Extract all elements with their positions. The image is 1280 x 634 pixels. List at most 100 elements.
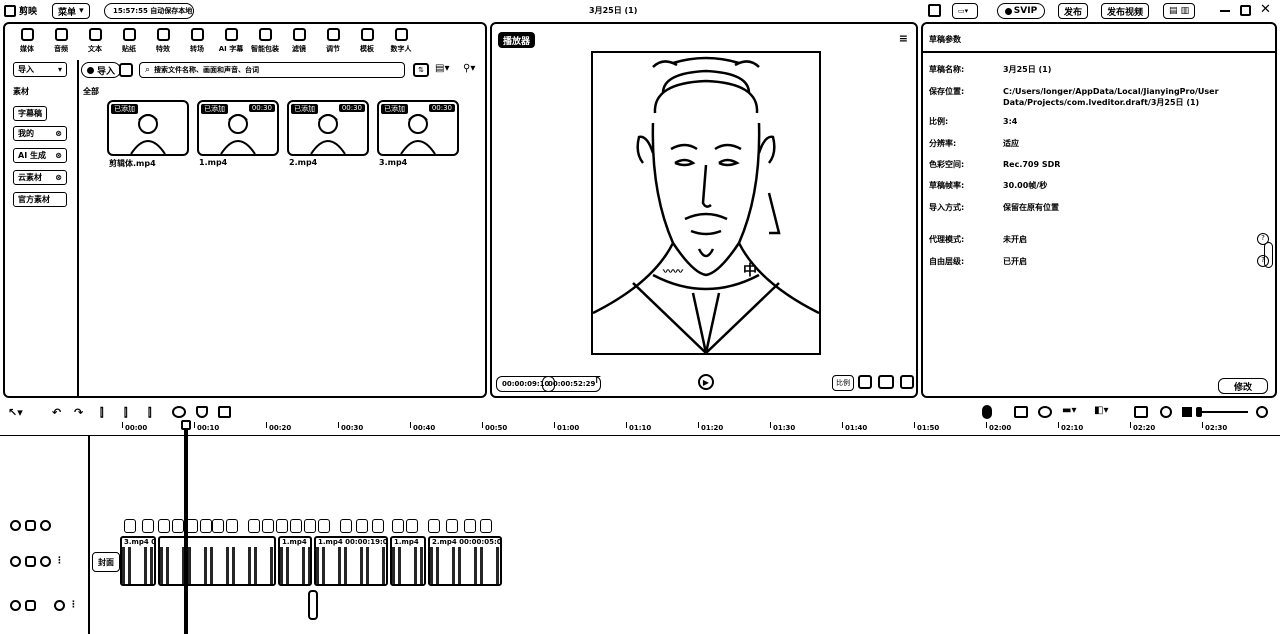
effect-clip[interactable] <box>142 519 154 533</box>
maximize-icon[interactable] <box>1240 5 1251 16</box>
sidebar-item-import[interactable]: 导入 ▾ <box>13 62 67 77</box>
effect-clip[interactable] <box>464 519 476 533</box>
zoom-slider[interactable] <box>1196 411 1248 413</box>
tab-media[interactable]: 媒体 <box>11 26 43 58</box>
sidebar-item-material[interactable]: 素材 <box>13 84 29 99</box>
sort-icon[interactable]: ⇅ <box>413 63 429 77</box>
timecode-toggle-icon[interactable]: ⊤ <box>592 375 601 386</box>
effect-clip[interactable] <box>158 519 170 533</box>
effect-clip[interactable] <box>318 519 330 533</box>
cover-button[interactable]: 封面 <box>92 552 120 572</box>
zoom-fit-icon[interactable] <box>1182 407 1192 417</box>
freeze-icon[interactable] <box>172 406 186 418</box>
effect-clip[interactable] <box>428 519 440 533</box>
fullscreen-icon[interactable] <box>900 375 914 389</box>
video-clip[interactable]: 2.mp4 00:00:05:00 <box>428 536 502 586</box>
media-item[interactable]: 已添加 00:30 <box>197 100 279 156</box>
player-menu-icon[interactable]: ≡ <box>899 32 908 45</box>
sidebar-item-official[interactable]: 官方素材 <box>13 192 67 207</box>
playhead-handle[interactable] <box>181 420 191 430</box>
effect-clip[interactable] <box>356 519 368 533</box>
export-button[interactable]: 发布视频 <box>1101 3 1150 19</box>
effect-clip[interactable] <box>304 519 316 533</box>
tab-text[interactable]: 文本 <box>79 26 111 58</box>
tab-ai-caption[interactable]: AI 字幕 <box>215 26 247 58</box>
preview-axis-icon[interactable]: ◧▾ <box>1094 405 1108 416</box>
video-preview[interactable]: 中 〰〰 <box>591 51 821 355</box>
audio-marker[interactable] <box>308 590 318 620</box>
tab-filter[interactable]: 滤镜 <box>283 26 315 58</box>
split-right-icon[interactable]: ⫿ <box>148 406 152 420</box>
media-item[interactable]: 已添加 00:30 <box>287 100 369 156</box>
audio-eye-icon[interactable] <box>10 600 21 611</box>
audio-more-icon[interactable]: ⋮ <box>69 600 78 611</box>
effect-clip[interactable] <box>406 519 418 533</box>
tab-transition[interactable]: 转场 <box>181 26 213 58</box>
crop-icon[interactable] <box>218 406 231 418</box>
video-clip[interactable]: 1.mp4 <box>278 536 312 586</box>
tab-adjust[interactable]: 调节 <box>317 26 349 58</box>
effect-clip[interactable] <box>340 519 352 533</box>
view-mode-icon[interactable]: ▤▾ <box>435 63 449 74</box>
effect-clip[interactable] <box>480 519 492 533</box>
split-icon[interactable]: ⫿ <box>100 406 104 420</box>
main-track-icon[interactable] <box>1014 406 1028 418</box>
video-clip[interactable] <box>158 536 276 586</box>
redo-icon[interactable]: ↷ <box>74 406 83 419</box>
hide-icon[interactable] <box>40 520 51 531</box>
sidebar-item-ai[interactable]: AI 生成 ⊗ <box>13 148 67 163</box>
menu-button[interactable]: 菜单 ▾ <box>52 3 90 19</box>
audio-lock-icon[interactable] <box>25 600 36 611</box>
track-lock-icon[interactable] <box>25 556 36 567</box>
sidebar-item-mine[interactable]: 我的 ⊗ <box>13 126 67 141</box>
effect-clip[interactable] <box>200 519 212 533</box>
media-item[interactable]: 已添加 <box>107 100 189 156</box>
layout-icon[interactable] <box>928 4 941 17</box>
tab-sticker[interactable]: 贴纸 <box>113 26 145 58</box>
svip-badge[interactable]: SVIP <box>997 3 1045 19</box>
effect-clip[interactable] <box>372 519 384 533</box>
split-left-icon[interactable]: ⫿ <box>124 406 128 420</box>
effect-clip[interactable] <box>262 519 274 533</box>
subtitle-icon[interactable] <box>1134 406 1148 418</box>
tab-avatar[interactable]: 数字人 <box>385 26 417 58</box>
effect-clip[interactable] <box>446 519 458 533</box>
import-button[interactable]: 导入 <box>81 62 122 78</box>
minimize-icon[interactable] <box>1220 10 1230 12</box>
sidebar-item-script[interactable]: 字幕稿 <box>13 106 47 121</box>
effect-clip[interactable] <box>172 519 184 533</box>
filter-icon[interactable]: ⚲▾ <box>463 63 475 74</box>
effect-clip[interactable] <box>392 519 404 533</box>
track-eye-icon[interactable] <box>10 556 21 567</box>
effect-clip[interactable] <box>212 519 224 533</box>
layout-menu[interactable]: ▭▾ <box>952 3 978 19</box>
grid-icon[interactable] <box>119 63 133 77</box>
sidebar-item-cloud[interactable]: 云素材 ⊗ <box>13 170 67 185</box>
snap-icon[interactable] <box>1038 406 1052 418</box>
playhead[interactable] <box>184 420 188 634</box>
filter-all[interactable]: 全部 <box>83 86 99 97</box>
media-item[interactable]: 已添加 00:30 <box>377 100 459 156</box>
undo-icon[interactable]: ↶ <box>52 406 61 419</box>
shield-icon[interactable] <box>196 406 208 418</box>
track-more-icon[interactable]: ⋮ <box>55 556 64 567</box>
track-audio-icon[interactable] <box>40 556 51 567</box>
audio-mute-icon[interactable] <box>54 600 65 611</box>
view-toggle[interactable]: ▤ ▥ <box>1163 3 1196 19</box>
zoom-out-icon[interactable] <box>1160 406 1172 418</box>
search-input[interactable]: ⌕ 搜索文件名称、画面和声音、台词 <box>139 62 405 78</box>
tab-template[interactable]: 模板 <box>351 26 383 58</box>
close-icon[interactable]: ✕ <box>1260 3 1271 16</box>
lock-icon[interactable] <box>25 520 36 531</box>
ratio-button[interactable]: 比例 <box>832 375 854 391</box>
effect-clip[interactable] <box>248 519 260 533</box>
zoom-slider-handle[interactable] <box>1196 407 1202 417</box>
video-clip[interactable]: 1.mp4 <box>390 536 426 586</box>
publish-button[interactable]: 发布 <box>1058 3 1089 19</box>
tab-effects[interactable]: 特效 <box>147 26 179 58</box>
play-button[interactable]: ▶ <box>698 374 714 390</box>
microphone-icon[interactable] <box>982 405 992 419</box>
effect-clip[interactable] <box>276 519 288 533</box>
video-clip[interactable]: 3.mp4 00:00:19:13 <box>120 536 156 586</box>
link-icon[interactable]: ▬▾ <box>1062 405 1076 416</box>
